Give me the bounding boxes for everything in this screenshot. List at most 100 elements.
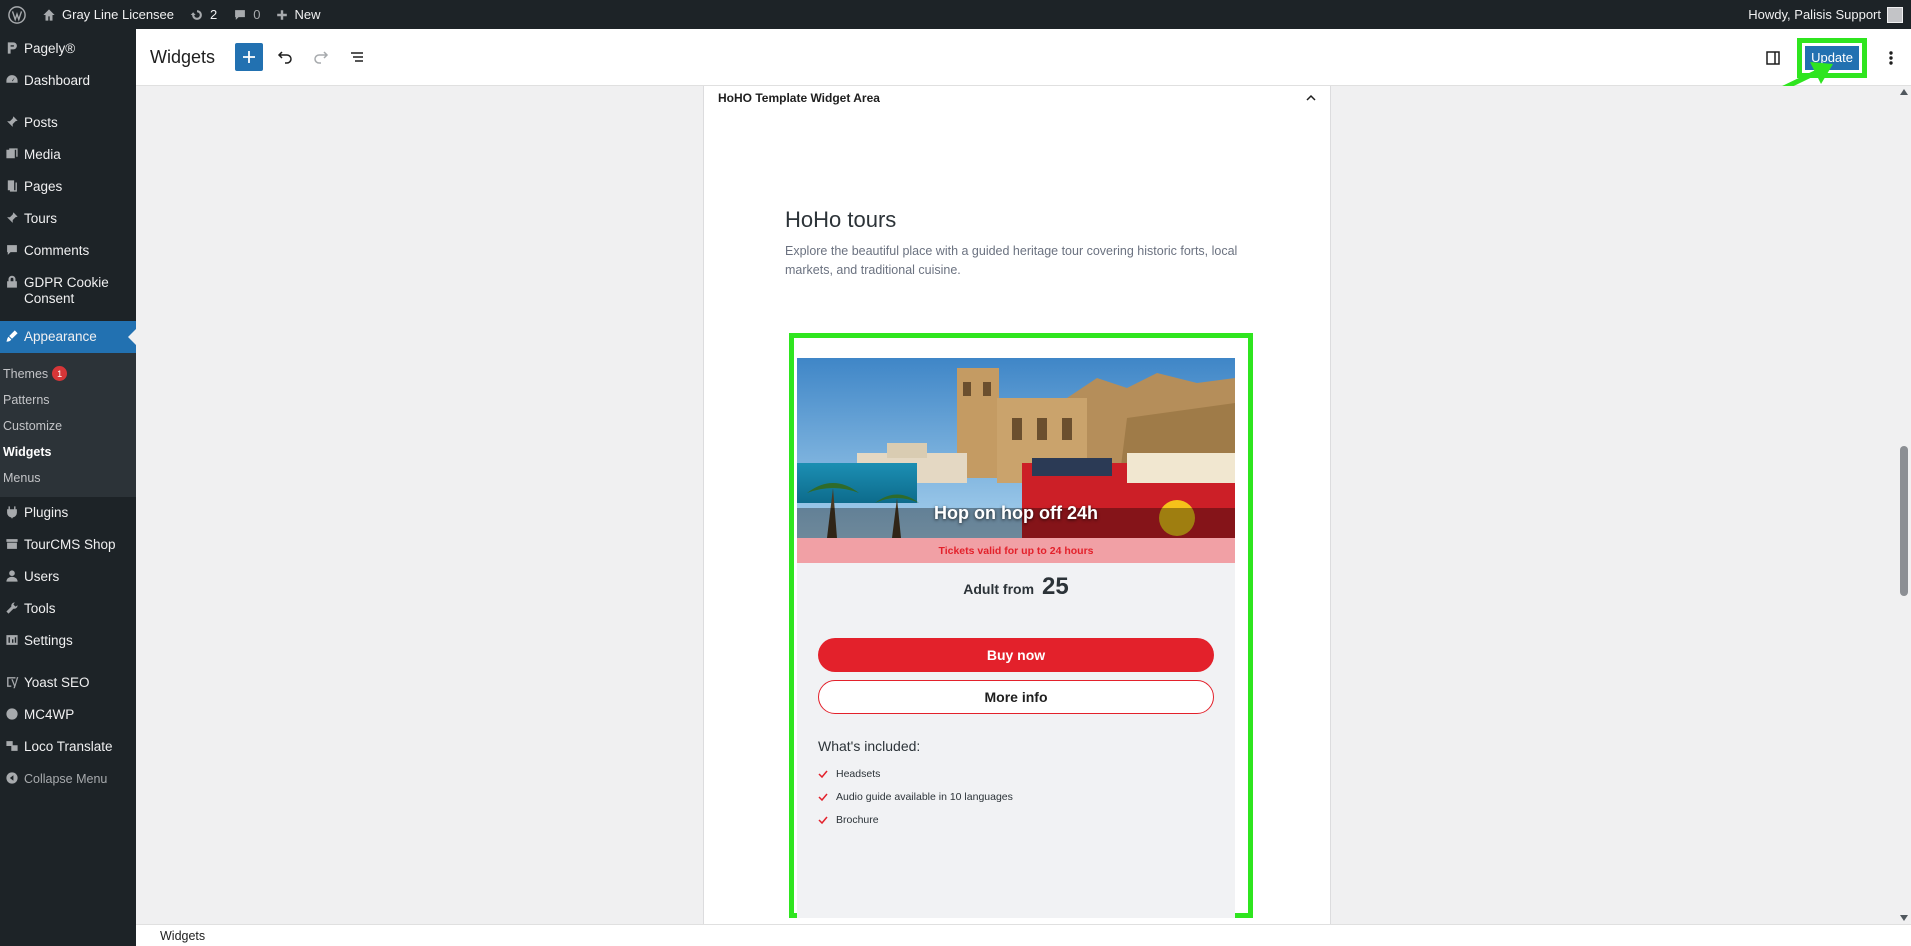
scroll-up-arrow-icon[interactable]: [1900, 89, 1908, 95]
sidebar-item-label: Tours: [24, 211, 58, 226]
submenu-item-widgets[interactable]: Widgets: [0, 439, 136, 465]
wordpress-logo-menu[interactable]: [0, 0, 34, 29]
collapse-menu-button[interactable]: Collapse Menu: [0, 763, 136, 795]
editor-canvas: HoHO Template Widget Area HoHo tours Exp…: [136, 86, 1897, 924]
submenu-label: Themes: [3, 366, 49, 381]
sidebar-item-label: Media: [24, 147, 61, 162]
sidebar-item-label: TourCMS Shop: [24, 537, 116, 552]
more-info-button[interactable]: More info: [818, 680, 1214, 714]
sidebar-item-gdpr-cookie-consent[interactable]: GDPR Cookie Consent: [0, 267, 136, 315]
media-icon: [0, 147, 24, 161]
sidebar-item-loco-translate[interactable]: Loco Translate: [0, 731, 136, 763]
sidebar-item-pagely[interactable]: Pagely®: [0, 33, 136, 65]
sidebar-item-media[interactable]: Media: [0, 139, 136, 171]
sidebar-bottom-group: Plugins TourCMS Shop Users Tools Setting…: [0, 497, 136, 795]
list-view-button[interactable]: [343, 43, 371, 71]
undo-button[interactable]: [271, 43, 299, 71]
site-name: Gray Line Licensee: [62, 7, 175, 22]
comments-count: 0: [253, 7, 261, 22]
widget-area-header[interactable]: HoHO Template Widget Area: [704, 86, 1330, 110]
validity-banner: Tickets valid for up to 24 hours: [797, 538, 1235, 563]
sidebar-item-appearance[interactable]: Appearance: [0, 321, 136, 353]
widget-area-title: HoHO Template Widget Area: [718, 91, 880, 105]
submenu-label: Widgets: [3, 445, 52, 459]
tour-image: Hop on hop off 24h: [797, 358, 1235, 538]
mail-icon: [0, 707, 24, 721]
sidebar-item-mc4wp[interactable]: MC4WP: [0, 699, 136, 731]
sidebar-item-comments[interactable]: Comments: [0, 235, 136, 267]
sidebar-item-label: MC4WP: [24, 707, 75, 722]
list-item: Audio guide available in 10 languages: [818, 785, 1013, 808]
breadcrumb-item[interactable]: Widgets: [160, 929, 205, 943]
wrench-icon: [0, 601, 24, 615]
collapse-icon: [0, 771, 24, 785]
sidebar-top-group: Pagely® Dashboard Posts Media Pages Tour…: [0, 29, 136, 315]
sidebar-item-posts[interactable]: Posts: [0, 107, 136, 139]
canvas-scrollbar[interactable]: [1897, 86, 1911, 924]
tour-card[interactable]: Hop on hop off 24h Tickets valid for up …: [797, 358, 1235, 918]
submenu-item-menus[interactable]: Menus: [0, 465, 136, 491]
updates-link[interactable]: 2: [182, 0, 225, 29]
wordpress-logo-icon: [8, 5, 26, 24]
sidebar-item-label: Settings: [24, 633, 73, 648]
plugin-icon: [0, 505, 24, 519]
sidebar-item-tours[interactable]: Tours: [0, 203, 136, 235]
sidebar-item-label: Tools: [24, 601, 56, 616]
translate-icon: [0, 739, 24, 753]
included-title: What's included:: [818, 738, 921, 754]
settings-icon: [0, 633, 24, 647]
site-name-link[interactable]: Gray Line Licensee: [34, 0, 182, 29]
sidebar-item-pages[interactable]: Pages: [0, 171, 136, 203]
block-breadcrumb: Widgets: [136, 924, 1911, 946]
sidebar-item-label: GDPR Cookie Consent: [24, 275, 109, 306]
price-label: Adult from: [963, 581, 1035, 597]
included-item-text: Headsets: [836, 767, 881, 780]
pin-icon: [0, 211, 24, 225]
sidebar-item-label: Plugins: [24, 505, 69, 520]
my-account-menu[interactable]: Howdy, Palisis Support: [1748, 0, 1903, 29]
sidebar-item-dashboard[interactable]: Dashboard: [0, 65, 136, 97]
sidebar-item-plugins[interactable]: Plugins: [0, 497, 136, 529]
chevron-up-icon[interactable]: [1306, 93, 1316, 103]
widget-area-panel: HoHO Template Widget Area HoHo tours Exp…: [703, 86, 1331, 924]
plus-icon: [277, 9, 288, 20]
new-label: New: [294, 7, 321, 22]
sidebar-item-yoast-seo[interactable]: Yoast SEO: [0, 667, 136, 699]
pages-icon: [0, 179, 24, 193]
check-icon: [818, 793, 828, 801]
sidebar-item-settings[interactable]: Settings: [0, 625, 136, 657]
redo-button[interactable]: [307, 43, 335, 71]
submenu-item-patterns[interactable]: Patterns: [0, 387, 136, 413]
list-item: Headsets: [818, 762, 1013, 785]
buy-now-button[interactable]: Buy now: [818, 638, 1214, 672]
new-content-link[interactable]: New: [268, 0, 328, 29]
scroll-down-arrow-icon[interactable]: [1900, 915, 1908, 921]
included-item-text: Brochure: [836, 813, 879, 826]
sidebar-item-label: Loco Translate: [24, 739, 113, 754]
check-icon: [818, 816, 828, 824]
sidebar-item-users[interactable]: Users: [0, 561, 136, 593]
sidebar-item-label: Comments: [24, 243, 90, 258]
price-row: Adult from 25: [797, 573, 1235, 601]
more-vertical-icon: [1889, 50, 1893, 65]
pagely-icon: [0, 41, 24, 55]
paintbrush-icon: [0, 329, 24, 343]
submenu-label: Patterns: [3, 393, 50, 407]
included-list: Headsets Audio guide available in 10 lan…: [818, 762, 1013, 831]
block-inserter-button[interactable]: [235, 43, 264, 71]
price-value: 25: [1042, 573, 1069, 600]
avatar: [1887, 6, 1903, 23]
options-menu-button[interactable]: [1877, 44, 1905, 72]
submenu-item-themes[interactable]: Themes 1: [0, 360, 136, 387]
sidebar-item-tourcms-shop[interactable]: TourCMS Shop: [0, 529, 136, 561]
submenu-item-customize[interactable]: Customize: [0, 413, 136, 439]
dashboard-icon: [0, 73, 24, 87]
themes-update-badge: 1: [52, 366, 68, 381]
comments-link[interactable]: 0: [225, 0, 268, 29]
plus-icon: [243, 51, 256, 63]
included-item-text: Audio guide available in 10 languages: [836, 790, 1013, 803]
scrollbar-thumb[interactable]: [1900, 446, 1908, 596]
pin-icon: [0, 115, 24, 129]
collapse-label: Collapse Menu: [24, 772, 108, 786]
sidebar-item-tools[interactable]: Tools: [0, 593, 136, 625]
